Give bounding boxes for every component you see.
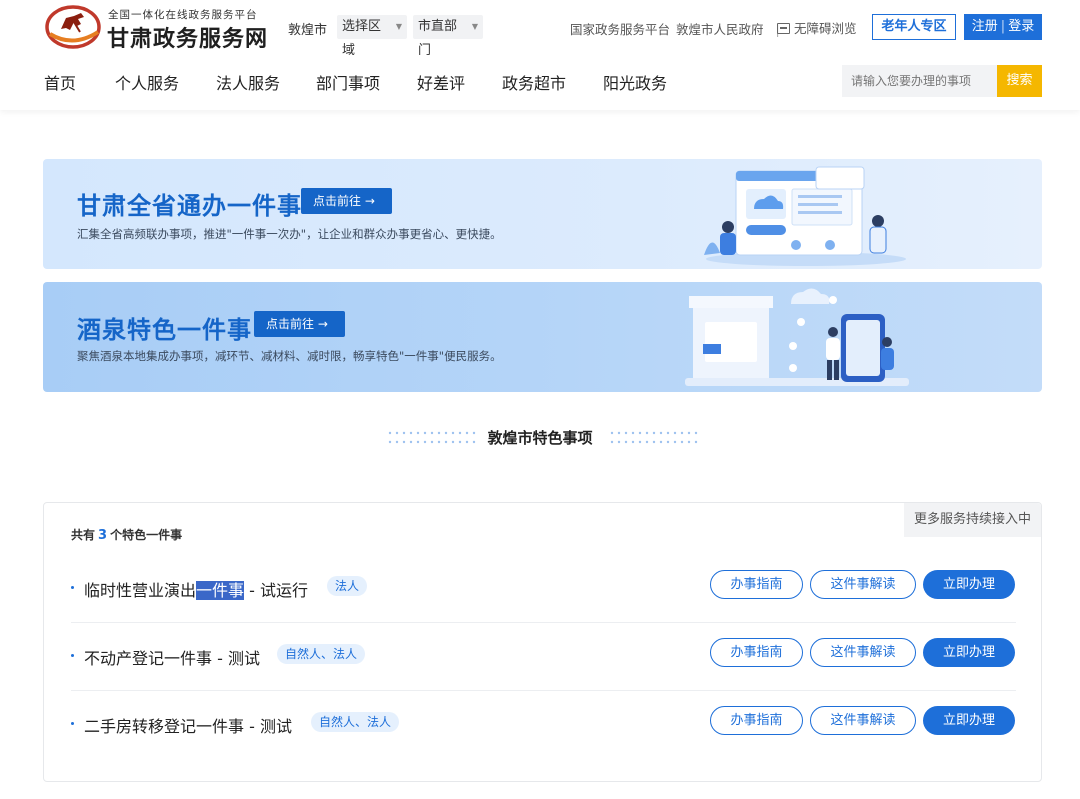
search-button[interactable]: 搜索 xyxy=(997,65,1042,97)
divider: | xyxy=(1000,19,1006,34)
guide-button[interactable]: 办事指南 xyxy=(710,570,803,599)
list-item: 临时性营业演出一件事 - 试运行 法人 办事指南 这件事解读 立即办理 xyxy=(71,557,1016,623)
section-title: 敦煌市特色事项 xyxy=(487,429,593,447)
city-government-link[interactable]: 敦煌市人民政府 xyxy=(676,22,764,37)
national-platform-link[interactable]: 国家政务服务平台 xyxy=(570,22,670,37)
logo-title: 甘肃政务服务网 xyxy=(107,27,269,52)
accessibility-icon xyxy=(777,23,790,34)
nav-item-sunshine[interactable]: 阳光政务 xyxy=(603,70,667,94)
dept-select[interactable]: 市直部门 ▼ xyxy=(413,15,483,58)
item-tag: 法人 xyxy=(327,576,368,596)
handle-now-button[interactable]: 立即办理 xyxy=(923,638,1015,667)
count-suffix: 个特色一件事 xyxy=(110,528,183,542)
banner-jiuquan-one-thing[interactable]: 酒泉特色一件事 点击前往 → 聚焦酒泉本地集成办事项，减环节、减材料、减时限，畅… xyxy=(43,282,1042,392)
handle-now-button[interactable]: 立即办理 xyxy=(923,570,1015,599)
nav-item-departments[interactable]: 部门事项 xyxy=(316,70,380,94)
interpretation-button[interactable]: 这件事解读 xyxy=(810,570,916,599)
online-service-illustration-icon xyxy=(704,166,906,266)
nav-item-rating[interactable]: 好差评 xyxy=(417,70,465,94)
list-item: 二手房转移登记一件事 - 测试 自然人、法人 办事指南 这件事解读 立即办理 xyxy=(71,693,1016,759)
item-tag: 自然人、法人 xyxy=(277,644,366,664)
nav-item-legal-person[interactable]: 法人服务 xyxy=(216,70,280,94)
decorative-dots-right-icon xyxy=(610,431,698,444)
accessibility-label: 无障碍浏览 xyxy=(794,21,857,36)
feature-items-card: 更多服务持续接入中 共有 3 个特色一件事 临时性营业演出一件事 - 试运行 法人 … xyxy=(43,502,1042,782)
dept-select-label: 市直部门 xyxy=(418,19,458,58)
item-name[interactable]: 二手房转移登记一件事 - 测试 xyxy=(84,713,292,737)
count-prefix: 共有 xyxy=(71,528,96,542)
logo-subtitle: 全国一体化在线政务服务平台 xyxy=(108,9,258,21)
horse-emblem-icon xyxy=(45,5,101,49)
item-name-highlight: 一件事 xyxy=(196,581,245,600)
banner-description: 聚焦酒泉本地集成办事项，减环节、减材料、减时限，畅享特色"一件事"便民服务。 xyxy=(77,349,502,363)
region-select[interactable]: 选择区域 ▼ xyxy=(337,15,407,58)
interpretation-button[interactable]: 这件事解读 xyxy=(810,638,916,667)
nav-item-personal[interactable]: 个人服务 xyxy=(115,70,179,94)
item-name[interactable]: 不动产登记一件事 - 测试 xyxy=(84,645,260,669)
caret-down-icon: ▼ xyxy=(471,22,478,31)
accessibility-link[interactable]: 无障碍浏览 xyxy=(777,18,857,37)
banner-title: 酒泉特色一件事 xyxy=(77,316,252,344)
item-name-part: - 试运行 xyxy=(244,581,308,600)
register-link[interactable]: 注册 xyxy=(972,19,998,34)
caret-down-icon: ▼ xyxy=(395,22,402,31)
site-logo[interactable]: 全国一体化在线政务服务平台 甘肃政务服务网 xyxy=(44,2,279,52)
handle-now-button[interactable]: 立即办理 xyxy=(923,706,1015,735)
item-tag: 自然人、法人 xyxy=(311,712,400,732)
login-link[interactable]: 登录 xyxy=(1008,19,1034,34)
bullet-icon xyxy=(71,586,74,589)
item-name[interactable]: 临时性营业演出一件事 - 试运行 xyxy=(84,577,308,601)
banner-title: 甘肃全省通办一件事 xyxy=(77,192,302,220)
guide-button[interactable]: 办事指南 xyxy=(710,638,803,667)
region-select-label: 选择区域 xyxy=(342,19,382,58)
banner-goto-button[interactable]: 点击前往 → xyxy=(254,311,345,337)
bullet-icon xyxy=(71,654,74,657)
nav-item-home[interactable]: 首页 xyxy=(44,70,76,94)
nav-item-supermarket[interactable]: 政务超市 xyxy=(502,70,566,94)
banner-goto-button[interactable]: 点击前往 → xyxy=(301,188,392,214)
count-number: 3 xyxy=(98,528,108,543)
banner-province-one-thing[interactable]: 甘肃全省通办一件事 点击前往 → 汇集全省高频联办事项，推进"一件事一次办"，让… xyxy=(43,159,1042,269)
list-item: 不动产登记一件事 - 测试 自然人、法人 办事指南 这件事解读 立即办理 xyxy=(71,625,1016,691)
item-name-part: 临时性营业演出 xyxy=(84,581,197,600)
bullet-icon xyxy=(71,722,74,725)
site-header: 全国一体化在线政务服务平台 甘肃政务服务网 敦煌市 选择区域 ▼ 市直部门 ▼ … xyxy=(0,0,1080,110)
guide-button[interactable]: 办事指南 xyxy=(710,706,803,735)
banner-description: 汇集全省高频联办事项，推进"一件事一次办"，让企业和群众办事更省心、更快捷。 xyxy=(77,227,502,241)
item-count: 共有 3 个特色一件事 xyxy=(71,526,182,543)
more-services-tag: 更多服务持续接入中 xyxy=(904,503,1041,537)
interpretation-button[interactable]: 这件事解读 xyxy=(810,706,916,735)
service-counter-illustration-icon xyxy=(685,288,909,386)
current-region: 敦煌市 xyxy=(288,23,328,38)
top-links: 国家政务服务平台 敦煌市人民政府 | xyxy=(570,19,786,38)
search-input[interactable] xyxy=(842,65,997,97)
elderly-zone-button[interactable]: 老年人专区 xyxy=(872,14,956,40)
register-login-button[interactable]: 注册 | 登录 xyxy=(964,14,1042,40)
